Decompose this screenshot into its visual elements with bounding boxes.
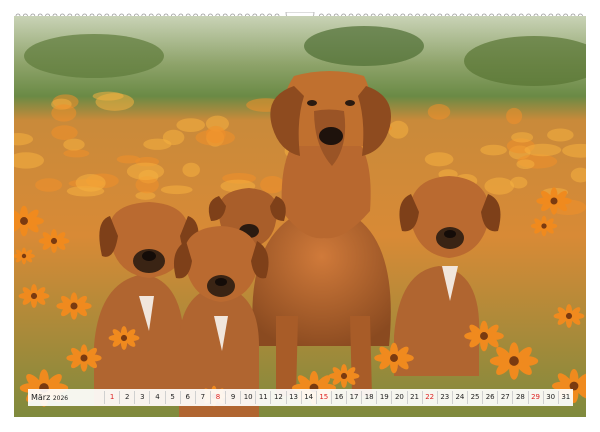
calendar-strip: März 2026 1 2 3 4 5 6 7 8 9 10 11 12 13 14 15 16 17 18 19 2… [28, 389, 573, 406]
day-cell: 7 [194, 391, 210, 404]
day-cell: 9 [225, 391, 240, 404]
day-cell: 26 [482, 391, 497, 404]
day-cell: 1 [104, 391, 119, 404]
day-cell: 28 [512, 391, 527, 404]
day-row: 1 2 3 4 5 6 7 8 9 10 11 12 13 14 15 16 17 18 19 20 21 22 23 24 2… [104, 389, 573, 406]
day-cell: 19 [376, 391, 391, 404]
day-cell: 13 [285, 391, 301, 404]
day-cell: 31 [557, 391, 573, 404]
day-cell: 23 [436, 391, 452, 404]
month-year: 2026 [52, 395, 69, 402]
day-cell: 15 [315, 391, 331, 404]
day-cell: 6 [179, 391, 195, 404]
day-cell: 21 [406, 391, 422, 404]
day-cell: 16 [330, 391, 346, 404]
day-cell: 12 [270, 391, 285, 404]
day-cell: 24 [451, 391, 467, 404]
day-cell: 25 [467, 391, 482, 404]
day-cell: 10 [240, 391, 255, 404]
day-cell: 27 [497, 391, 512, 404]
day-cell: 14 [300, 391, 316, 404]
dog-photo [14, 16, 586, 417]
day-cell: 20 [391, 391, 406, 404]
day-cell: 17 [346, 391, 361, 404]
day-cell: 22 [421, 391, 437, 404]
day-cell: 4 [149, 391, 164, 404]
day-cell: 5 [164, 391, 180, 404]
month-name: März [31, 393, 51, 402]
month-label: März 2026 [28, 393, 104, 402]
day-cell: 18 [361, 391, 376, 404]
day-cell: 11 [255, 391, 270, 404]
day-cell: 2 [119, 391, 134, 404]
day-cell: 29 [527, 391, 543, 404]
day-cell: 8 [209, 391, 225, 404]
day-cell: 30 [542, 391, 558, 404]
calendar-page: März 2026 1 2 3 4 5 6 7 8 9 10 11 12 13 14 15 16 17 18 19 2… [0, 0, 600, 432]
day-cell: 3 [134, 391, 149, 404]
